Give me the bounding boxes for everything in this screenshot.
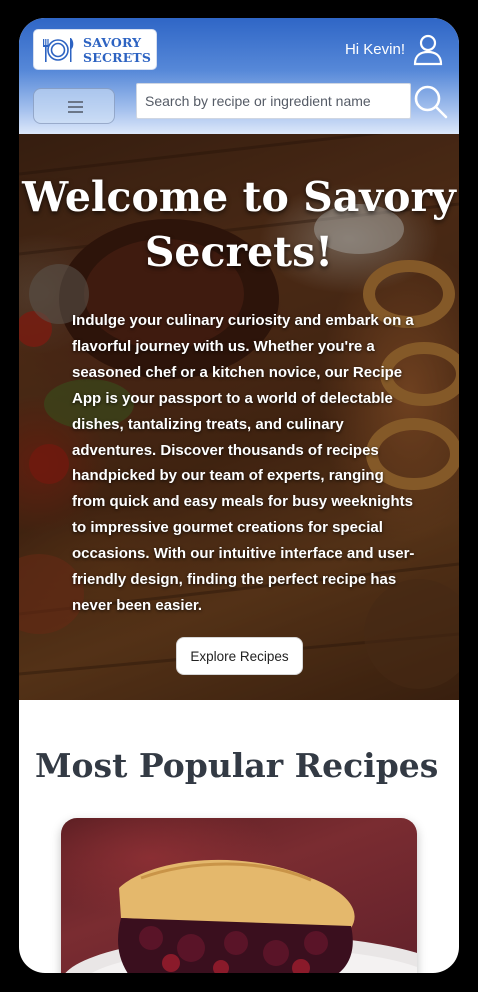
recipe-card-image (65, 859, 417, 973)
hamburger-menu-icon-bar-2 (68, 106, 83, 108)
logo[interactable]: SAVORY SECRETS (33, 29, 157, 70)
recipe-card[interactable] (61, 818, 417, 973)
section-title-popular: Most Popular Recipes (35, 746, 439, 785)
hamburger-menu-button[interactable] (33, 88, 115, 124)
user-greeting: Hi Kevin! (344, 41, 405, 58)
plate-fork-knife-icon (43, 38, 74, 62)
top-header: SAVORY SECRETS Hi Kevin! (19, 18, 459, 134)
hamburger-menu-icon (68, 101, 83, 103)
explore-recipes-button[interactable]: Explore Recipes (176, 637, 303, 675)
hero-title: Welcome to Savory Secrets! (22, 173, 456, 276)
logo-line-2: SECRETS (83, 49, 152, 65)
user-icon[interactable] (413, 34, 443, 66)
hamburger-menu-icon-bar-3 (68, 111, 83, 113)
app-screen: SAVORY SECRETS Hi Kevin! Search by recip… (19, 18, 459, 973)
device-frame: SAVORY SECRETS Hi Kevin! Search by recip… (0, 0, 478, 992)
search-input[interactable] (136, 83, 411, 119)
logo-text: SAVORY SECRETS (83, 35, 155, 65)
search-icon[interactable] (413, 84, 449, 120)
hero-banner: Welcome to Savory Secrets! Indulge your … (19, 134, 459, 700)
logo-line-1: SAVORY (83, 35, 142, 50)
hero-description: Indulge your culinary curiosity and emba… (72, 312, 415, 614)
